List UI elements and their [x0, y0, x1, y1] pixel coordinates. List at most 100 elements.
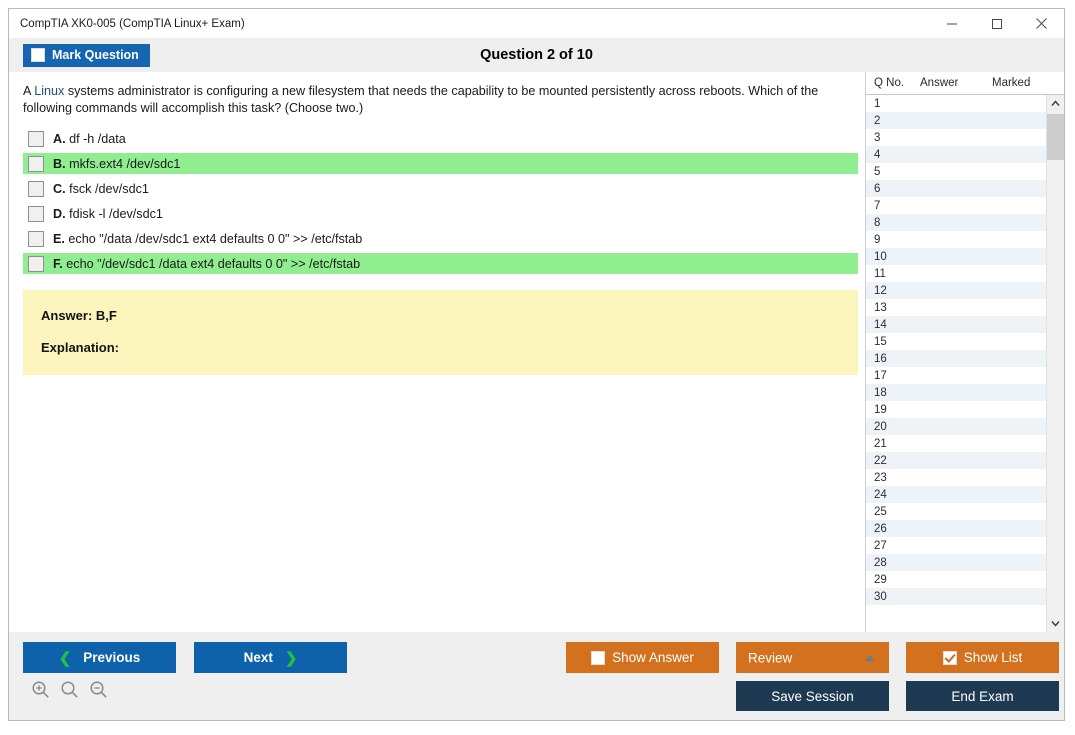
question-list-row[interactable]: 10	[866, 248, 1046, 265]
mark-question-checkbox[interactable]	[31, 48, 45, 62]
maximize-icon[interactable]	[974, 9, 1019, 38]
chevron-left-icon: ❮	[58, 649, 72, 667]
question-list-row[interactable]: 12	[866, 282, 1046, 299]
answer-option-letter: C.	[53, 181, 66, 196]
question-list-row[interactable]: 15	[866, 333, 1046, 350]
question-list-row[interactable]: 29	[866, 571, 1046, 588]
answer-option-b[interactable]: B. mkfs.ext4 /dev/sdc1	[23, 153, 858, 174]
question-list-number: 11	[874, 267, 886, 280]
question-list-row[interactable]: 7	[866, 197, 1046, 214]
question-list-row[interactable]: 18	[866, 384, 1046, 401]
question-list-row[interactable]: 27	[866, 537, 1046, 554]
question-list-number: 7	[874, 199, 881, 212]
question-list-row[interactable]: 4	[866, 146, 1046, 163]
answer-option-checkbox[interactable]	[28, 155, 44, 172]
answer-option-text: F. echo "/dev/sdc1 /data ext4 defaults 0…	[53, 257, 360, 271]
exam-window: CompTIA XK0-005 (CompTIA Linux+ Exam) Ma…	[8, 8, 1065, 721]
question-text: A Linux systems administrator is configu…	[9, 72, 865, 116]
answer-option-body: echo "/data /dev/sdc1 ext4 defaults 0 0"…	[68, 231, 363, 246]
answer-option-checkbox[interactable]	[28, 205, 44, 222]
question-list-row[interactable]: 14	[866, 316, 1046, 333]
question-list-row[interactable]: 6	[866, 180, 1046, 197]
answer-options-list: A. df -h /data B. mkfs.ext4 /dev/sdc1 C. f…	[9, 116, 865, 274]
answer-option-checkbox[interactable]	[28, 255, 44, 272]
previous-button[interactable]: ❮ Previous	[23, 642, 176, 673]
question-list-row[interactable]: 16	[866, 350, 1046, 367]
answer-option-checkbox[interactable]	[28, 130, 44, 147]
question-list-row[interactable]: 26	[866, 520, 1046, 537]
end-exam-button[interactable]: End Exam	[906, 681, 1059, 711]
question-list-row[interactable]: 11	[866, 265, 1046, 282]
scrollbar-track[interactable]	[1047, 112, 1064, 615]
question-list-pane: Q No. Answer Marked 1 2 3 4 5 6 7 8 9 10 11 12 13 14 1…	[866, 72, 1064, 632]
question-counter: Question 2 of 10	[480, 47, 593, 63]
answer-option-letter: E.	[53, 231, 65, 246]
question-list-number: 6	[874, 182, 881, 195]
answer-option-c[interactable]: C. fsck /dev/sdc1	[23, 178, 858, 199]
question-list-row[interactable]: 1	[866, 95, 1046, 112]
minimize-icon[interactable]	[929, 9, 974, 38]
chevron-up-icon	[865, 654, 875, 661]
answer-option-letter: B.	[53, 156, 66, 171]
question-list-row[interactable]: 20	[866, 418, 1046, 435]
question-list-row[interactable]: 5	[866, 163, 1046, 180]
question-list-row[interactable]: 28	[866, 554, 1046, 571]
mark-question-button[interactable]: Mark Question	[23, 43, 150, 67]
answer-option-checkbox[interactable]	[28, 230, 44, 247]
question-list-row[interactable]: 23	[866, 469, 1046, 486]
question-list-row[interactable]: 22	[866, 452, 1046, 469]
question-list-row[interactable]: 9	[866, 231, 1046, 248]
answer-option-checkbox[interactable]	[28, 180, 44, 197]
answer-option-d[interactable]: D. fdisk -l /dev/sdc1	[23, 203, 858, 224]
question-list-row[interactable]: 25	[866, 503, 1046, 520]
question-text-part2: systems administrator is configuring a n…	[23, 84, 819, 115]
answer-option-letter: A.	[53, 131, 66, 146]
question-list-rows[interactable]: 1 2 3 4 5 6 7 8 9 10 11 12 13 14 15 16 17 18 19 20 21 22 23 24 2…	[866, 95, 1046, 632]
show-list-checkbox[interactable]	[942, 650, 957, 665]
scrollbar-thumb[interactable]	[1047, 114, 1064, 160]
question-list-number: 19	[874, 403, 887, 416]
question-list-number: 22	[874, 454, 887, 467]
question-list-scrollbar[interactable]	[1046, 95, 1064, 632]
question-list-row[interactable]: 8	[866, 214, 1046, 231]
answer-option-letter: F.	[53, 256, 63, 271]
show-answer-checkbox[interactable]	[591, 650, 606, 665]
answer-option-text: A. df -h /data	[53, 132, 126, 146]
close-icon[interactable]	[1019, 9, 1064, 38]
zoom-reset-icon[interactable]	[60, 680, 79, 699]
question-list-number: 5	[874, 165, 881, 178]
question-list-row[interactable]: 24	[866, 486, 1046, 503]
exam-body: A Linux systems administrator is configu…	[9, 72, 1064, 632]
question-list-row[interactable]: 30	[866, 588, 1046, 605]
question-keyword: Linux	[34, 84, 65, 98]
question-list-row[interactable]: 17	[866, 367, 1046, 384]
question-list-number: 10	[874, 250, 887, 263]
window-controls	[929, 9, 1064, 38]
scroll-up-icon[interactable]	[1047, 95, 1064, 112]
answer-option-body: echo "/dev/sdc1 /data ext4 defaults 0 0"…	[66, 256, 361, 271]
show-answer-button[interactable]: Show Answer	[566, 642, 719, 673]
answer-option-e[interactable]: E. echo "/data /dev/sdc1 ext4 defaults 0…	[23, 228, 858, 249]
review-dropdown[interactable]: Review	[736, 642, 889, 673]
app-root: CompTIA XK0-005 (CompTIA Linux+ Exam) Ma…	[0, 0, 1075, 735]
column-header-marked: Marked	[992, 77, 1031, 89]
zoom-out-icon[interactable]	[89, 680, 108, 699]
question-list-row[interactable]: 13	[866, 299, 1046, 316]
save-session-button[interactable]: Save Session	[736, 681, 889, 711]
show-answer-label: Show Answer	[612, 650, 694, 665]
zoom-in-icon[interactable]	[31, 680, 50, 699]
zoom-controls	[31, 680, 108, 699]
question-list-number: 29	[874, 573, 887, 586]
answer-option-a[interactable]: A. df -h /data	[23, 128, 858, 149]
scroll-down-icon[interactable]	[1047, 615, 1064, 632]
question-list-row[interactable]: 2	[866, 112, 1046, 129]
question-list-number: 4	[874, 148, 881, 161]
answer-explanation-box: Answer: B,F Explanation:	[23, 290, 858, 375]
next-button[interactable]: Next ❯	[194, 642, 347, 673]
question-list-row[interactable]: 3	[866, 129, 1046, 146]
question-list-row[interactable]: 21	[866, 435, 1046, 452]
show-list-button[interactable]: Show List	[906, 642, 1059, 673]
answer-option-f[interactable]: F. echo "/dev/sdc1 /data ext4 defaults 0…	[23, 253, 858, 274]
question-list-row[interactable]: 19	[866, 401, 1046, 418]
review-dropdown-label: Review	[748, 650, 793, 665]
